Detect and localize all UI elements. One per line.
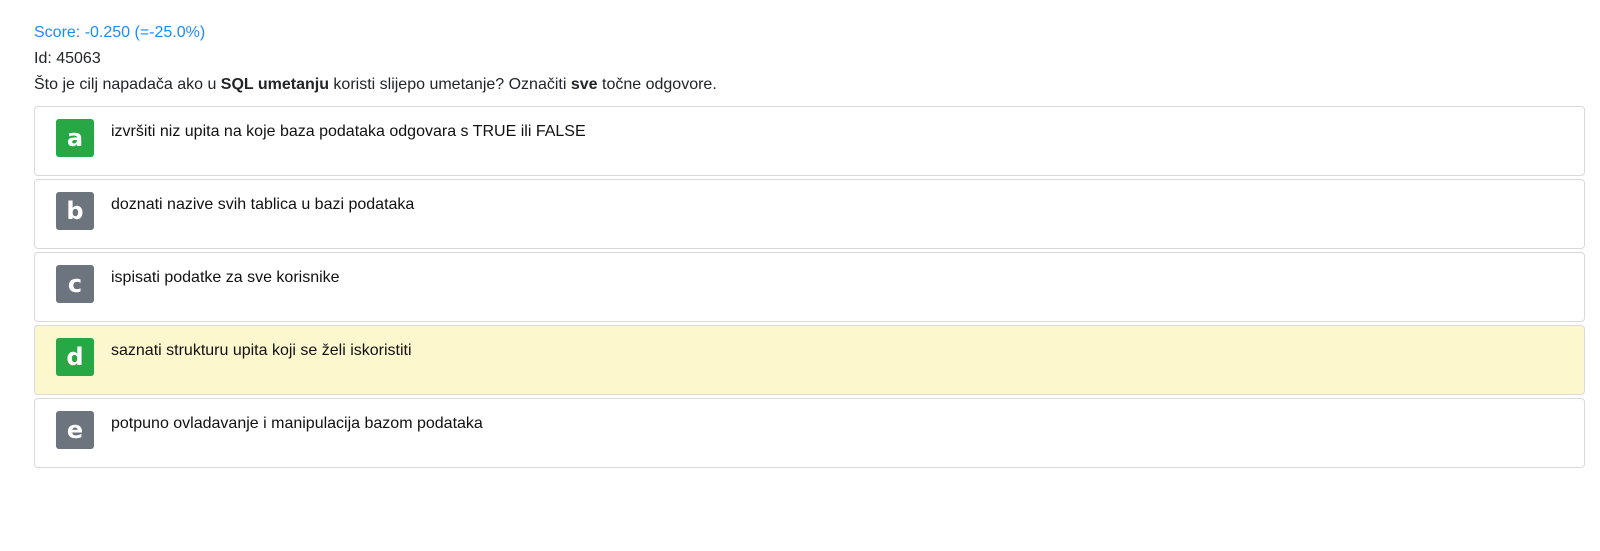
answer-text: izvršiti niz upita na koje baza podataka… [111,123,586,140]
answer-option-e[interactable]: e potpuno ovladavanje i manipulacija baz… [34,398,1585,468]
answer-text: ispisati podatke za sve korisnike [111,269,340,286]
question-bold-1: SQL umetanju [220,76,329,93]
score-text: Score: -0.250 (=-25.0%) [34,24,206,41]
answer-text: saznati strukturu upita koji se želi isk… [111,342,412,359]
answer-option-b[interactable]: b doznati nazive svih tablica u bazi pod… [34,179,1585,249]
question-part-1: Što je cilj napadača ako u [34,76,221,93]
answer-letter-badge: e [56,411,94,449]
answer-option-d[interactable]: d saznati strukturu upita koji se želi i… [34,325,1585,395]
question-id: Id: 45063 [34,50,101,67]
answer-letter-badge: a [56,119,94,157]
answer-option-c[interactable]: c ispisati podatke za sve korisnike [34,252,1585,322]
answer-option-a[interactable]: a izvršiti niz upita na koje baza podata… [34,106,1585,176]
question-part-3: točne odgovore. [597,76,717,93]
question-part-2: koristi slijepo umetanje? Označiti [328,76,571,93]
question-text: Što je cilj napadača ako u SQL umetanju … [34,72,1585,98]
answer-letter-badge: c [56,265,94,303]
question-container: Score: -0.250 (=-25.0%) Id: 45063 Što je… [34,20,1585,471]
question-bold-2: sve [570,76,598,93]
answer-letter-badge: d [56,338,94,376]
answer-text: doznati nazive svih tablica u bazi podat… [111,196,415,213]
answer-letter-badge: b [56,192,94,230]
answer-text: potpuno ovladavanje i manipulacija bazom… [111,415,483,432]
